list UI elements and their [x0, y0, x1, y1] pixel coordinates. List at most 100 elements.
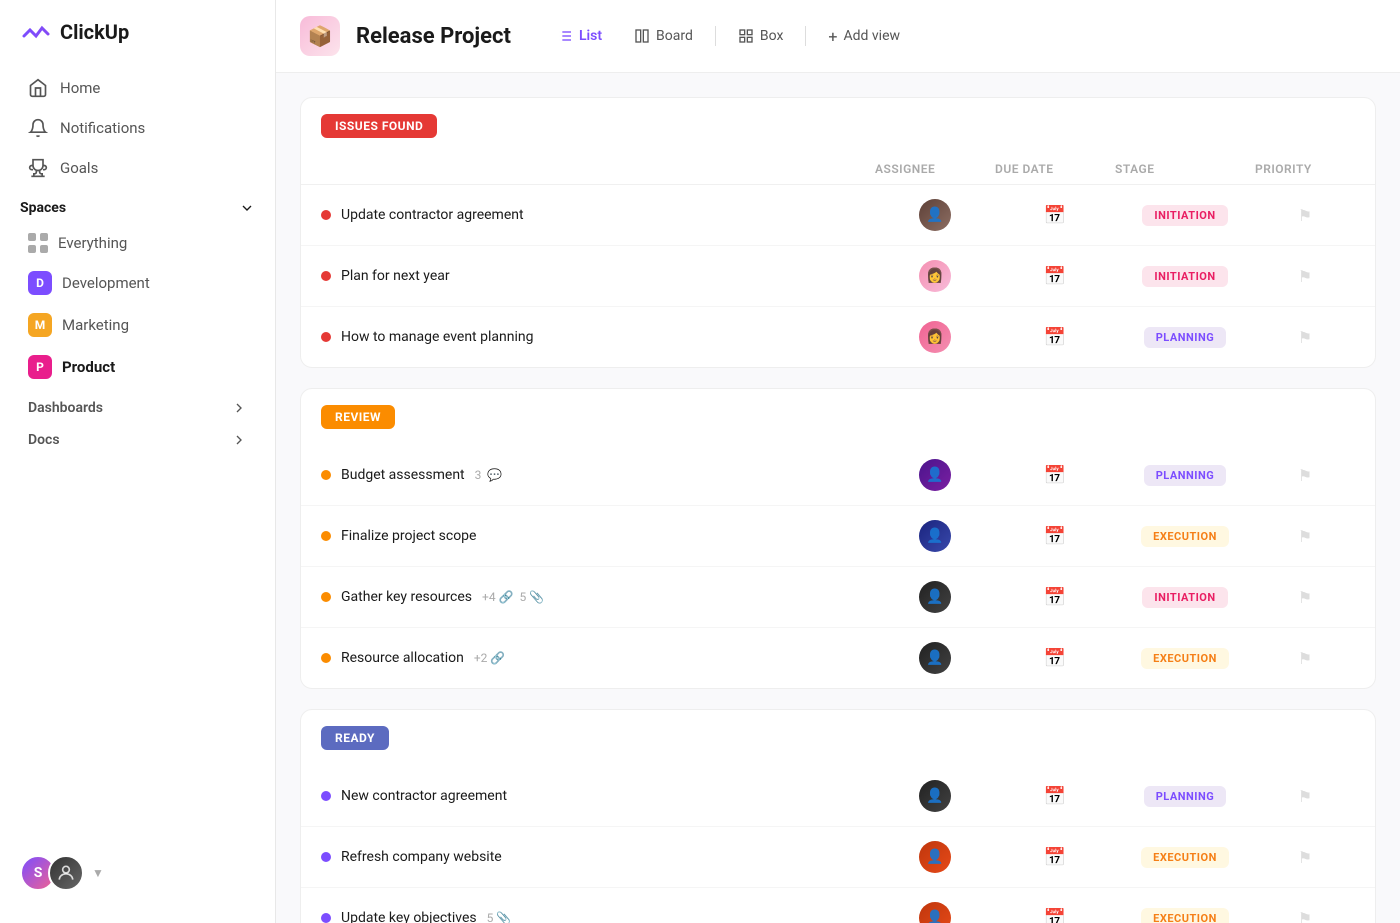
group-issues-found: ISSUES FOUND ASSIGNEE DUE DATE STAGE PRI… [300, 97, 1376, 368]
logo[interactable]: ClickUp [0, 16, 275, 68]
spaces-header[interactable]: Spaces [0, 188, 275, 224]
sidebar-item-goals[interactable]: Goals [8, 148, 267, 188]
everything-icon [28, 233, 48, 253]
due-date-cell[interactable]: 📅 [995, 327, 1115, 348]
view-divider2 [805, 26, 806, 46]
task-dot [321, 271, 331, 281]
stage-badge: EXECUTION [1141, 847, 1229, 868]
avatar: 👤 [919, 902, 951, 923]
task-dot [321, 332, 331, 342]
group-review-badge: REVIEW [321, 405, 395, 429]
calendar-icon: 📅 [1044, 327, 1066, 348]
task-dot [321, 653, 331, 663]
meta-count: 3 [475, 468, 482, 482]
app-name: ClickUp [60, 20, 129, 44]
due-date-cell[interactable]: 📅 [995, 786, 1115, 807]
stage-cell: EXECUTION [1115, 526, 1255, 547]
sidebar-item-development[interactable]: D Development [8, 262, 267, 304]
project-icon: 📦 [300, 16, 340, 56]
assignee-cell: 👩 [875, 321, 995, 353]
avatar: 👤 [919, 459, 951, 491]
flag-icon: ⚑ [1298, 466, 1312, 485]
assignee-cell: 👩 [875, 260, 995, 292]
priority-cell: ⚑ [1255, 848, 1355, 867]
priority-cell: ⚑ [1255, 206, 1355, 225]
sidebar-item-docs[interactable]: Docs [8, 420, 267, 452]
table-row[interactable]: Gather key resources +4 🔗 5 📎 👤 📅 INITIA… [301, 567, 1375, 628]
task-meta: +4 🔗 5 📎 [482, 590, 544, 604]
task-meta: 3 💬 [475, 468, 503, 482]
stage-cell: PLANNING [1115, 327, 1255, 348]
table-row[interactable]: Budget assessment 3 💬 👤 📅 PLANNING ⚑ [301, 445, 1375, 506]
due-date-cell[interactable]: 📅 [995, 648, 1115, 669]
tab-list[interactable]: List [543, 22, 616, 50]
tab-box[interactable]: Box [724, 22, 798, 50]
group-ready-badge: READY [321, 726, 389, 750]
user-menu-chevron[interactable]: ▼ [92, 866, 104, 880]
table-row[interactable]: Finalize project scope 👤 📅 EXECUTION ⚑ [301, 506, 1375, 567]
task-name: Plan for next year [321, 268, 875, 284]
sidebar-item-home[interactable]: Home [8, 68, 267, 108]
due-date-cell[interactable]: 📅 [995, 526, 1115, 547]
stage-badge: PLANNING [1144, 786, 1227, 807]
stage-badge: EXECUTION [1141, 526, 1229, 547]
flag-icon: ⚑ [1298, 206, 1312, 225]
sidebar-item-dashboards[interactable]: Dashboards [8, 388, 267, 420]
flag-icon: ⚑ [1298, 848, 1312, 867]
home-label: Home [60, 79, 100, 97]
table-row[interactable]: How to manage event planning 👩 📅 PLANNIN… [301, 307, 1375, 367]
sidebar-item-product[interactable]: P Product [8, 346, 267, 388]
calendar-icon: 📅 [1044, 526, 1066, 547]
table-row[interactable]: Update contractor agreement 👤 📅 INITIATI… [301, 185, 1375, 246]
main-header: 📦 Release Project List Board Box + Add v… [276, 0, 1400, 73]
avatar: 👤 [919, 841, 951, 873]
calendar-icon: 📅 [1044, 465, 1066, 486]
add-view-button[interactable]: + Add view [814, 21, 914, 52]
group-review-header: REVIEW [301, 389, 1375, 445]
table-row[interactable]: Refresh company website 👤 📅 EXECUTION ⚑ [301, 827, 1375, 888]
sidebar-item-everything[interactable]: Everything [8, 224, 267, 262]
task-dot [321, 531, 331, 541]
table-row[interactable]: New contractor agreement 👤 📅 PLANNING ⚑ [301, 766, 1375, 827]
priority-cell: ⚑ [1255, 466, 1355, 485]
due-date-cell[interactable]: 📅 [995, 266, 1115, 287]
col-assignee: ASSIGNEE [875, 162, 995, 176]
sidebar-item-notifications[interactable]: Notifications [8, 108, 267, 148]
due-date-cell[interactable]: 📅 [995, 587, 1115, 608]
sidebar-bottom: S ▼ [0, 839, 275, 907]
table-row[interactable]: Update key objectives 5 📎 👤 📅 EXECUTION … [301, 888, 1375, 923]
assignee-cell: 👤 [875, 780, 995, 812]
task-name: Update key objectives 5 📎 [321, 910, 875, 923]
goals-label: Goals [60, 159, 98, 177]
group-ready-header: READY [301, 710, 1375, 766]
due-date-cell[interactable]: 📅 [995, 205, 1115, 226]
flag-icon: ⚑ [1298, 649, 1312, 668]
user-avatars[interactable]: S [20, 855, 84, 891]
product-badge: P [28, 355, 52, 379]
due-date-cell[interactable]: 📅 [995, 847, 1115, 868]
calendar-icon: 📅 [1044, 266, 1066, 287]
list-icon [557, 28, 573, 44]
stage-cell: EXECUTION [1115, 648, 1255, 669]
add-view-label: Add view [843, 28, 900, 44]
stage-badge: INITIATION [1142, 266, 1227, 287]
stage-cell: INITIATION [1115, 587, 1255, 608]
due-date-cell[interactable]: 📅 [995, 908, 1115, 923]
calendar-icon: 📅 [1044, 587, 1066, 608]
assignee-cell: 👤 [875, 459, 995, 491]
view-tabs: List Board Box + Add view [543, 21, 914, 52]
sidebar-item-marketing[interactable]: M Marketing [8, 304, 267, 346]
box-icon [738, 28, 754, 44]
stage-badge: PLANNING [1144, 327, 1227, 348]
flag-icon: ⚑ [1298, 527, 1312, 546]
flag-icon: ⚑ [1298, 267, 1312, 286]
table-row[interactable]: Resource allocation +2 🔗 👤 📅 EXECUTION ⚑ [301, 628, 1375, 688]
group-issues-found-badge: ISSUES FOUND [321, 114, 437, 138]
tab-box-label: Box [760, 28, 784, 44]
priority-cell: ⚑ [1255, 588, 1355, 607]
due-date-cell[interactable]: 📅 [995, 465, 1115, 486]
tab-board[interactable]: Board [620, 22, 707, 50]
task-name: Budget assessment 3 💬 [321, 467, 875, 483]
stage-badge: INITIATION [1142, 587, 1227, 608]
table-row[interactable]: Plan for next year 👩 📅 INITIATION ⚑ [301, 246, 1375, 307]
